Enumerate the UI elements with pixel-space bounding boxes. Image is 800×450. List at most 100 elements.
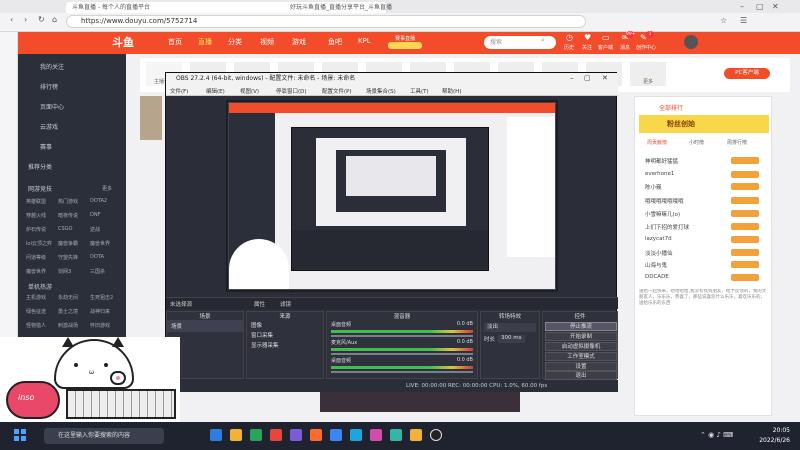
promo-banner[interactable]: 赛事直播 bbox=[390, 35, 420, 42]
sidebar-item-rank[interactable]: 排行榜 bbox=[40, 82, 58, 91]
history-icon[interactable]: ◷ bbox=[566, 33, 573, 42]
filters-button[interactable]: 滤镜 bbox=[280, 300, 291, 308]
duration-input[interactable]: 300 ms bbox=[498, 335, 525, 343]
game-link[interactable]: 勇士之境 bbox=[58, 308, 90, 315]
game-link[interactable]: 永劫无间 bbox=[58, 294, 90, 301]
game-link[interactable]: lol云顶之弈 bbox=[26, 240, 58, 247]
obs-menu-tools[interactable]: 工具(T) bbox=[410, 87, 429, 95]
rank-row[interactable]: 陈小巍 bbox=[645, 183, 662, 191]
game-link[interactable]: 英雄联盟 bbox=[26, 198, 58, 205]
game-link[interactable]: 魔兽世界 bbox=[90, 240, 122, 247]
game-link[interactable]: 三国杀 bbox=[90, 268, 122, 275]
nav-game[interactable]: 游戏 bbox=[292, 37, 306, 47]
rank-row[interactable]: 淡淡小播仙 bbox=[645, 249, 673, 257]
game-link[interactable]: 暗夜传说 bbox=[58, 212, 90, 219]
nav-live[interactable]: 直播 bbox=[198, 37, 212, 47]
sidebar-item-page[interactable]: 页面中心 bbox=[40, 102, 64, 111]
obs-menu-scenes[interactable]: 场景集合(S) bbox=[366, 87, 396, 95]
virtual-camera-button[interactable]: 启动虚拟摄像机 bbox=[545, 342, 617, 351]
rank-tab[interactable]: 小时榜 bbox=[689, 139, 704, 146]
game-link[interactable]: 穿越火线 bbox=[26, 212, 58, 219]
game-link[interactable]: 生死狙击2 bbox=[90, 294, 122, 301]
taskbar-app-icon[interactable] bbox=[350, 429, 362, 441]
maximize-icon[interactable]: ▢ bbox=[756, 2, 764, 11]
avatar[interactable] bbox=[684, 35, 698, 49]
back-icon[interactable]: ‹ bbox=[10, 15, 13, 24]
follow-entry[interactable]: 更多 bbox=[630, 62, 666, 86]
studio-mode-button[interactable]: 工作室模式 bbox=[545, 352, 617, 361]
obs-menu-file[interactable]: 文件(F) bbox=[170, 87, 188, 95]
game-link[interactable]: 魔兽世界 bbox=[26, 268, 58, 275]
obs-preview[interactable] bbox=[226, 100, 558, 292]
obs-menu-docks[interactable]: 停靠窗口(D) bbox=[276, 87, 307, 95]
volume-slider[interactable] bbox=[331, 371, 473, 373]
game-link[interactable]: 守望先锋 bbox=[58, 254, 90, 261]
reload-icon[interactable]: ↻ bbox=[38, 15, 45, 24]
taskbar-app-icon[interactable] bbox=[310, 429, 322, 441]
extensions-icon[interactable]: ☰ bbox=[740, 16, 747, 25]
pc-client-button[interactable]: PC客户端 bbox=[724, 68, 770, 79]
sidebar-item-cloud[interactable]: 云游戏 bbox=[40, 122, 58, 131]
game-link[interactable]: CSGO bbox=[58, 226, 90, 233]
game-link[interactable]: DOTA bbox=[90, 254, 122, 261]
start-recording-button[interactable]: 开始录制 bbox=[545, 332, 617, 341]
sidebar-item-recommend[interactable]: 推荐分类 bbox=[28, 162, 52, 171]
taskbar-app-icon[interactable] bbox=[250, 429, 262, 441]
minimize-icon[interactable]: – bbox=[740, 2, 744, 11]
game-link[interactable]: 绿色征途 bbox=[26, 308, 58, 315]
nav-fishbar[interactable]: 鱼吧 bbox=[328, 37, 342, 47]
game-link[interactable]: 魔兽争霸 bbox=[58, 240, 90, 247]
taskbar-app-icon[interactable] bbox=[410, 429, 422, 441]
game-link[interactable]: 剑网3 bbox=[58, 268, 90, 275]
sidebar-more[interactable]: 更多 bbox=[102, 185, 112, 192]
obs-menu-edit[interactable]: 编辑(E) bbox=[206, 87, 225, 95]
obs-menu-profile[interactable]: 配置文件(P) bbox=[322, 87, 352, 95]
nav-home[interactable]: 首页 bbox=[168, 37, 182, 47]
exit-button[interactable]: 退出 bbox=[545, 371, 617, 380]
game-link[interactable]: DOTA2 bbox=[90, 198, 122, 205]
game-link[interactable]: 问道等级 bbox=[26, 254, 58, 261]
obs-close-icon[interactable]: ✕ bbox=[602, 74, 608, 82]
rank-row[interactable]: 哦哦哦哦哦哦哦 bbox=[645, 197, 684, 205]
obs-maximize-icon[interactable]: ▢ bbox=[584, 74, 591, 82]
source-item[interactable]: 显示器采集 bbox=[247, 340, 323, 350]
obs-minimize-icon[interactable]: – bbox=[570, 74, 574, 82]
source-item[interactable]: 图像 bbox=[247, 320, 323, 330]
game-link[interactable]: 战神归来 bbox=[90, 308, 122, 315]
site-logo[interactable]: 斗鱼 bbox=[112, 34, 134, 50]
volume-slider[interactable] bbox=[331, 335, 473, 337]
tray-icons[interactable]: ⌃ ◉ ♪ ⌨ bbox=[700, 431, 733, 439]
star-icon[interactable]: ☆ bbox=[720, 16, 727, 25]
rank-tab[interactable]: 周贡献榜 bbox=[647, 139, 667, 146]
close-icon[interactable]: ✕ bbox=[772, 2, 779, 11]
home-icon[interactable]: ⌂ bbox=[52, 15, 57, 24]
game-link[interactable]: 炉石传说 bbox=[26, 226, 58, 233]
taskbar-app-icon[interactable] bbox=[230, 429, 242, 441]
properties-button[interactable]: 属性 bbox=[254, 300, 265, 308]
stream-thumbnail[interactable] bbox=[140, 96, 162, 140]
search-input[interactable]: 搜索 bbox=[484, 36, 556, 49]
rank-row[interactable]: 上们下招的爱打球 bbox=[645, 223, 689, 231]
game-link[interactable]: 热门游戏 bbox=[58, 198, 90, 205]
taskbar-app-icon[interactable] bbox=[390, 429, 402, 441]
game-link[interactable]: 怪物猎人 bbox=[26, 322, 58, 329]
taskbar-app-icon[interactable] bbox=[370, 429, 382, 441]
client-icon[interactable]: ▭ bbox=[602, 33, 610, 42]
sidebar-item-match[interactable]: 赛事 bbox=[40, 142, 52, 151]
rank-row[interactable]: 山海与鬼 bbox=[645, 261, 667, 269]
game-link[interactable]: DNF bbox=[90, 212, 122, 219]
clock[interactable]: 20:05 2022/6/26 bbox=[759, 426, 790, 446]
taskbar-app-icon[interactable] bbox=[330, 429, 342, 441]
start-icon[interactable] bbox=[14, 429, 26, 441]
obs-menu-help[interactable]: 帮助(H) bbox=[442, 87, 461, 95]
game-link[interactable]: 怀旧游戏 bbox=[90, 322, 122, 329]
address-bar[interactable]: https://www.douyu.com/5752714 bbox=[66, 15, 586, 28]
game-link[interactable]: 刺激战场 bbox=[58, 322, 90, 329]
obs-taskbar-icon[interactable] bbox=[430, 429, 442, 441]
rank-row[interactable]: DDCADE bbox=[645, 274, 669, 280]
rank-tab[interactable]: 周排行榜 bbox=[727, 139, 747, 146]
transition-select[interactable]: 淡出 bbox=[484, 323, 536, 332]
rank-row[interactable]: lazycat7d bbox=[645, 236, 672, 242]
settings-button[interactable]: 设置 bbox=[545, 362, 617, 371]
rank-row[interactable]: 神明都好猛猛 bbox=[645, 157, 678, 165]
